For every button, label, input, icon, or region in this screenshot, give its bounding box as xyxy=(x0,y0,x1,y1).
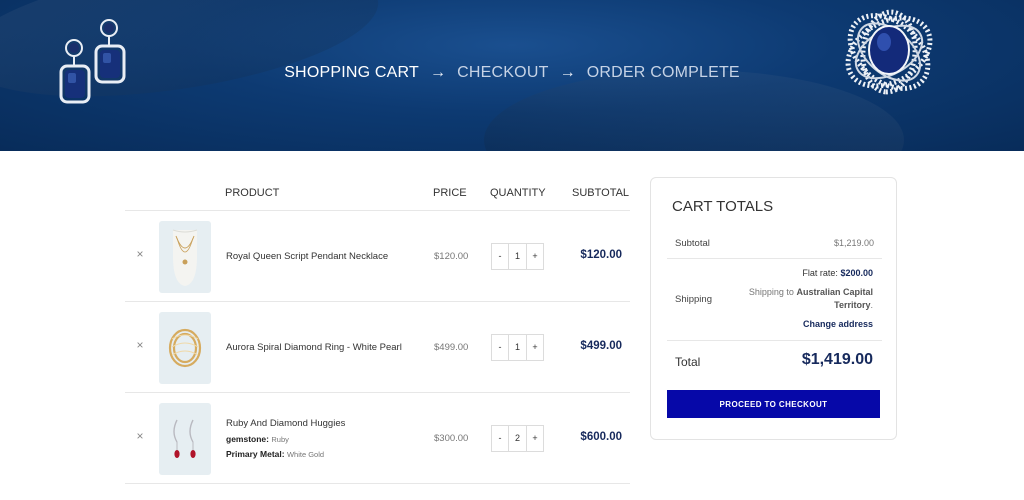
step-arrow-icon: → xyxy=(559,64,576,81)
quantity-stepper: - 2 + xyxy=(491,425,544,452)
quantity-stepper: - 1 + xyxy=(491,334,544,361)
step-checkout[interactable]: CHECKOUT xyxy=(457,64,548,82)
cart-row: × Ruby And Diamond Huggies gemstone: Rub… xyxy=(125,393,630,484)
subtotal-value: $1,219.00 xyxy=(833,238,874,248)
header-price: PRICE xyxy=(433,187,467,199)
remove-item-icon[interactable]: × xyxy=(134,248,146,260)
product-thumbnail[interactable] xyxy=(159,221,211,293)
cart-row: × Aurora Spiral Diamond Ring - White Pea… xyxy=(125,302,630,393)
line-subtotal: $499.00 xyxy=(580,340,622,352)
shipping-label: Shipping xyxy=(675,294,712,305)
quantity-decrease-button[interactable]: - xyxy=(492,244,508,269)
cart-row: × Royal Queen Script Pendant Necklace $1… xyxy=(125,211,630,302)
quantity-decrease-button[interactable]: - xyxy=(492,335,508,360)
brooch-decor-icon xyxy=(845,9,933,95)
shipping-to-prefix: Shipping to xyxy=(748,287,794,297)
meta-label: Primary Metal: xyxy=(226,449,285,459)
meta-value: White Gold xyxy=(286,450,325,459)
header-quantity: QUANTITY xyxy=(490,187,546,199)
total-value: $1,419.00 xyxy=(801,351,873,368)
quantity-increase-button[interactable]: + xyxy=(527,335,543,360)
totals-shipping-row: Shipping Flat rate: $200.00 Shipping to … xyxy=(667,259,882,341)
cart-totals-panel: CART TOTALS Subtotal $1,219.00 Shipping … xyxy=(650,177,897,440)
ring-icon xyxy=(168,328,202,368)
flat-rate-label: Flat rate: xyxy=(802,268,838,278)
quantity-increase-button[interactable]: + xyxy=(527,244,543,269)
shipping-destination: Shipping to Australian Capital Territory… xyxy=(723,286,873,312)
shipping-to-suffix: . xyxy=(870,300,873,310)
product-meta-primary-metal: Primary Metal: White Gold xyxy=(226,449,324,459)
product-meta-gemstone: gemstone: Ruby xyxy=(226,434,289,444)
proceed-to-checkout-button[interactable]: PROCEED TO CHECKOUT xyxy=(667,390,880,418)
step-arrow-icon: → xyxy=(429,64,447,81)
step-order-complete[interactable]: ORDER COMPLETE xyxy=(587,64,740,82)
totals-subtotal-row: Subtotal $1,219.00 xyxy=(667,230,882,259)
product-name-link[interactable]: Aurora Spiral Diamond Ring - White Pearl xyxy=(226,342,402,353)
product-price: $120.00 xyxy=(434,251,469,262)
totals-total-row: Total $1,419.00 xyxy=(667,341,882,386)
total-label: Total xyxy=(675,355,701,369)
earrings-icon xyxy=(173,419,196,458)
remove-item-icon[interactable]: × xyxy=(134,430,146,442)
flat-rate-option: Flat rate: $200.00 xyxy=(802,268,873,278)
remove-item-icon[interactable]: × xyxy=(134,339,146,351)
cart-table: PRODUCT PRICE QUANTITY SUBTOTAL × Royal … xyxy=(125,175,630,484)
cart-table-header: PRODUCT PRICE QUANTITY SUBTOTAL xyxy=(125,175,630,211)
line-subtotal: $120.00 xyxy=(580,249,622,261)
product-thumbnail[interactable] xyxy=(159,403,211,475)
product-thumbnail[interactable] xyxy=(159,312,211,384)
flat-rate-value: $200.00 xyxy=(840,268,873,278)
cart-totals-title: CART TOTALS xyxy=(672,198,774,215)
hero-banner: SHOPPING CART → CHECKOUT → ORDER COMPLETE xyxy=(0,0,1024,151)
header-product: PRODUCT xyxy=(225,187,280,199)
shipping-to-place: Australian Capital Territory xyxy=(796,287,873,310)
meta-value: Ruby xyxy=(271,435,289,444)
checkout-steps-breadcrumb: SHOPPING CART → CHECKOUT → ORDER COMPLETE xyxy=(0,64,1024,82)
quantity-input[interactable]: 2 xyxy=(508,426,527,451)
product-name-link[interactable]: Royal Queen Script Pendant Necklace xyxy=(226,251,388,262)
step-shopping-cart[interactable]: SHOPPING CART xyxy=(284,64,419,82)
product-name-link[interactable]: Ruby And Diamond Huggies xyxy=(226,418,345,429)
quantity-input[interactable]: 1 xyxy=(508,244,527,269)
quantity-input[interactable]: 1 xyxy=(508,335,527,360)
line-subtotal: $600.00 xyxy=(580,431,622,443)
change-address-link[interactable]: Change address xyxy=(803,319,873,329)
product-price: $499.00 xyxy=(434,342,469,353)
necklace-icon xyxy=(172,229,198,286)
quantity-decrease-button[interactable]: - xyxy=(492,426,508,451)
meta-label: gemstone: xyxy=(226,434,269,444)
quantity-stepper: - 1 + xyxy=(491,243,544,270)
quantity-increase-button[interactable]: + xyxy=(527,426,543,451)
product-price: $300.00 xyxy=(434,433,469,444)
subtotal-label: Subtotal xyxy=(675,238,710,249)
header-subtotal: SUBTOTAL xyxy=(572,187,630,199)
